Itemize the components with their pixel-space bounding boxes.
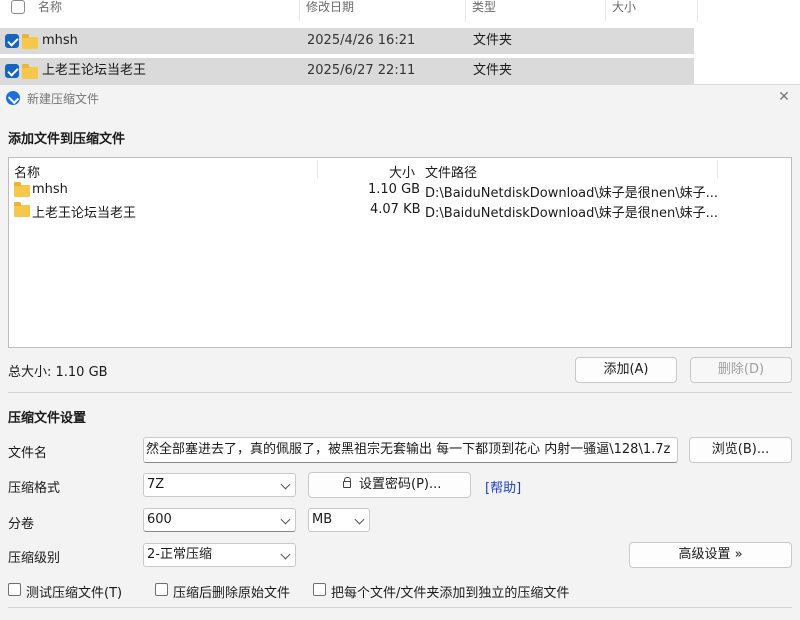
separate-archives-checkbox[interactable] [313, 583, 326, 596]
separate-archives-label: 把每个文件/文件夹添加到独立的压缩文件 [331, 586, 570, 601]
volume-size-value: 600 [147, 512, 172, 527]
advanced-settings-button[interactable]: 高级设置 » [629, 542, 792, 568]
compression-level-select[interactable]: 2-正常压缩 [143, 543, 296, 567]
list-item[interactable]: 上老王论坛当老王 4.07 KB D:\BaiduNetdiskDownload… [9, 200, 791, 221]
chevron-down-icon [280, 514, 291, 525]
compression-level-value: 2-正常压缩 [147, 547, 212, 562]
chevron-down-icon [280, 479, 291, 490]
format-value: 7Z [147, 477, 165, 492]
folder-icon [14, 202, 30, 217]
delete-button[interactable]: 删除(D) [690, 357, 792, 383]
row-type: 文件夹 [473, 63, 513, 78]
chevron-down-icon [354, 514, 365, 525]
new-archive-dialog: 新建压缩文件 ✕ 添加文件到压缩文件 名称 大小 文件路径 mhsh 1.10 … [0, 84, 800, 620]
volume-label: 分卷 [8, 517, 35, 532]
file-list-header: 名称 大小 文件路径 [9, 158, 791, 181]
section-add-files: 添加文件到压缩文件 [8, 132, 126, 147]
file-list[interactable]: 名称 大小 文件路径 mhsh 1.10 GB D:\BaiduNetdiskD… [8, 157, 792, 348]
browse-button[interactable]: 浏览(B)... [689, 437, 792, 463]
explorer-header: 名称 修改日期 类型 大小 [0, 0, 800, 22]
item-path: D:\BaiduNetdiskDownload\妹子是很nen\妹子... [425, 186, 718, 201]
divider [8, 607, 792, 608]
explorer-row[interactable]: 上老王论坛当老王 2025/6/27 22:11 文件夹 [0, 58, 694, 84]
help-link[interactable]: [帮助] [485, 477, 521, 496]
column-date[interactable]: 修改日期 [300, 0, 466, 22]
level-label: 压缩级别 [8, 551, 61, 566]
volume-size-combobox[interactable]: 600 [143, 508, 296, 532]
row-checkbox[interactable] [5, 34, 19, 48]
set-password-button[interactable]: 设置密码(P)... [308, 472, 471, 498]
item-size: 1.10 GB [368, 182, 421, 197]
header-divider [717, 160, 718, 178]
folder-icon [14, 182, 30, 197]
dialog-title: 新建压缩文件 [27, 92, 100, 106]
test-archive-checkbox[interactable] [8, 583, 21, 596]
add-button[interactable]: 添加(A) [575, 357, 677, 383]
title-bar[interactable]: 新建压缩文件 ✕ [0, 85, 800, 113]
item-name: 上老王论坛当老王 [32, 206, 137, 221]
list-item[interactable]: mhsh 1.10 GB D:\BaiduNetdiskDownload\妹子是… [9, 180, 791, 201]
row-type: 文件夹 [473, 33, 513, 48]
format-select[interactable]: 7Z [143, 473, 296, 497]
chevron-down-icon [280, 549, 291, 560]
column-type[interactable]: 类型 [466, 0, 606, 22]
item-size: 4.07 KB [370, 202, 421, 217]
app-logo-icon [6, 91, 20, 105]
row-checkbox[interactable] [5, 64, 19, 78]
header-path[interactable]: 文件路径 [425, 162, 477, 181]
test-archive-label: 测试压缩文件(T) [26, 586, 123, 601]
header-divider [317, 160, 318, 178]
volume-unit-value: MB [312, 512, 333, 527]
filename-label: 文件名 [8, 446, 48, 461]
header-size[interactable]: 大小 [389, 162, 415, 181]
section-archive-settings: 压缩文件设置 [8, 411, 87, 426]
delete-after-checkbox[interactable] [155, 583, 168, 596]
delete-after-label: 压缩后删除原始文件 [173, 586, 291, 601]
total-size: 总大小: 1.10 GB [8, 365, 108, 380]
row-date: 2025/4/26 16:21 [307, 33, 416, 48]
explorer-row[interactable]: mhsh 2025/4/26 16:21 文件夹 [0, 28, 694, 54]
item-path: D:\BaiduNetdiskDownload\妹子是很nen\妹子... [425, 206, 718, 221]
header-name[interactable]: 名称 [14, 162, 40, 181]
divider [8, 392, 792, 393]
filename-input[interactable]: 然全部塞进去了，真的佩服了，被黑祖宗无套输出 每一下都顶到花心 内射一骚逼\12… [143, 437, 678, 463]
lock-icon [343, 477, 351, 488]
select-all-checkbox[interactable] [11, 0, 25, 14]
item-name: mhsh [32, 182, 68, 197]
set-password-label: 设置密码(P)... [359, 477, 442, 492]
close-icon[interactable]: ✕ [776, 89, 792, 105]
volume-unit-select[interactable]: MB [308, 508, 370, 532]
row-date: 2025/6/27 22:11 [307, 63, 416, 78]
row-name: mhsh [42, 33, 78, 48]
folder-icon [22, 64, 38, 79]
folder-icon [22, 34, 38, 49]
column-name[interactable]: 名称 [32, 0, 300, 22]
row-name: 上老王论坛当老王 [42, 63, 147, 78]
format-label: 压缩格式 [8, 481, 61, 496]
column-size[interactable]: 大小 [606, 0, 698, 22]
